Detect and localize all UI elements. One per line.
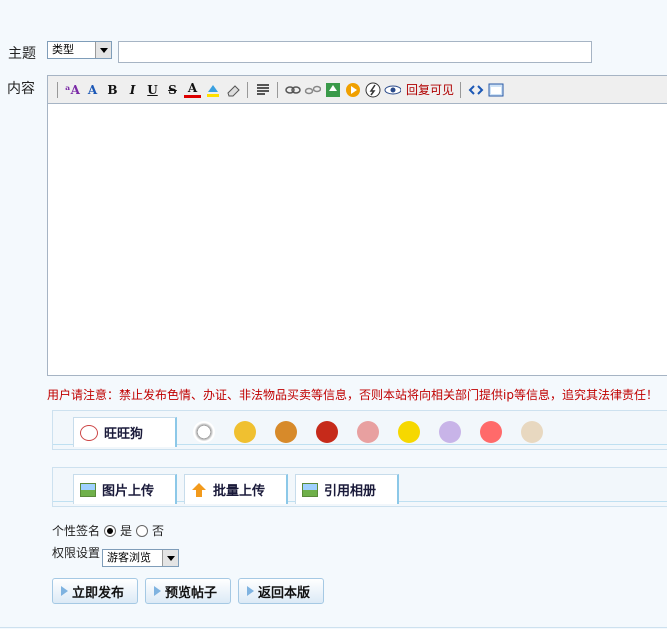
toolbar-separator	[247, 81, 248, 98]
tab-image-upload-label: 图片上传	[102, 484, 155, 499]
preview-button-label: 预览帖子	[165, 585, 218, 601]
back-button-label: 返回本版	[258, 585, 311, 601]
font-size-icon[interactable]: A	[84, 81, 101, 98]
upload-arrow-icon	[192, 482, 206, 497]
source-code-icon[interactable]	[467, 81, 484, 98]
smiley-list	[193, 421, 543, 443]
smiley-red-face-icon[interactable]	[316, 421, 338, 443]
type-select[interactable]: 类型	[47, 41, 112, 59]
tab-batch-upload-label: 批量上传	[213, 484, 266, 499]
bottom-divider	[0, 627, 667, 628]
toolbar-separator	[277, 81, 278, 98]
publish-button-label: 立即发布	[72, 585, 125, 601]
editor-toolbar: ᵃA A B I U S A 回复可见	[48, 76, 667, 104]
tab-wangwang[interactable]: 旺旺狗	[73, 417, 177, 447]
signature-no-label: 否	[152, 524, 165, 538]
back-to-board-button[interactable]: 返回本版	[238, 578, 324, 604]
tab-album[interactable]: 引用相册	[295, 474, 399, 504]
permission-select[interactable]: 游客浏览	[102, 549, 180, 567]
signature-yes-radio[interactable]	[104, 524, 117, 537]
smiley-yellow-face-icon[interactable]	[398, 421, 420, 443]
posting-notice: 用户请注意：禁止发布色情、办证、非法物品买卖等信息，否则本站将向相关部门提供ip…	[47, 388, 658, 402]
subject-label: 主题	[8, 46, 36, 62]
underline-button[interactable]: U	[144, 81, 161, 98]
smiley-lion-icon[interactable]	[275, 421, 297, 443]
italic-button[interactable]: I	[124, 81, 141, 98]
eraser-icon[interactable]	[224, 81, 241, 98]
arrow-right-icon	[247, 586, 254, 596]
smiley-picture-icon[interactable]	[439, 421, 461, 443]
background-color-icon[interactable]	[204, 81, 221, 98]
signature-label: 个性签名	[52, 524, 101, 538]
strikethrough-button[interactable]: S	[164, 81, 181, 98]
rich-text-editor: ᵃA A B I U S A 回复可见	[47, 75, 667, 376]
unlink-icon[interactable]	[304, 81, 321, 98]
editor-content-area[interactable]	[48, 104, 667, 375]
content-label: 内容	[7, 81, 35, 97]
smiley-boots-icon[interactable]	[357, 421, 379, 443]
font-color-button[interactable]: A	[184, 81, 201, 98]
media-play-icon[interactable]	[344, 81, 361, 98]
type-select-value: 类型	[52, 43, 74, 56]
tab-image-upload[interactable]: 图片上传	[73, 474, 177, 504]
chevron-down-icon[interactable]	[162, 550, 179, 566]
album-icon	[302, 482, 318, 497]
bold-button[interactable]: B	[104, 81, 121, 98]
font-family-icon[interactable]: ᵃA	[64, 81, 81, 98]
permission-select-value: 游客浏览	[107, 551, 152, 564]
upload-panel: 图片上传 批量上传 引用相册	[52, 467, 667, 507]
permission-label: 权限设置	[52, 546, 101, 560]
align-icon[interactable]	[254, 81, 271, 98]
arrow-right-icon	[61, 586, 68, 596]
tab-wangwang-label: 旺旺狗	[104, 427, 144, 442]
eye-icon[interactable]	[384, 81, 401, 98]
publish-button[interactable]: 立即发布	[52, 578, 138, 604]
link-icon[interactable]	[284, 81, 301, 98]
flash-icon[interactable]	[364, 81, 381, 98]
subject-input[interactable]	[118, 41, 592, 63]
dog-face-icon	[80, 424, 98, 441]
reply-visible-button[interactable]: 回复可见	[406, 81, 454, 98]
arrow-right-icon	[154, 586, 161, 596]
preview-button[interactable]: 预览帖子	[145, 578, 231, 604]
fullscreen-icon[interactable]	[487, 81, 504, 98]
signature-yes-label: 是	[120, 524, 133, 538]
image-icon	[80, 482, 96, 497]
chevron-down-icon[interactable]	[95, 42, 111, 58]
smiley-sheep-icon[interactable]	[193, 421, 215, 443]
signature-row: 个性签名 是 否	[52, 522, 164, 539]
insert-image-icon[interactable]	[324, 81, 341, 98]
smiley-wave-icon[interactable]	[234, 421, 256, 443]
tab-album-label: 引用相册	[324, 484, 377, 499]
tab-batch-upload[interactable]: 批量上传	[184, 474, 288, 504]
permission-row: 权限设置 游客浏览	[52, 546, 180, 567]
signature-no-radio[interactable]	[136, 524, 149, 537]
smiley-bear-icon[interactable]	[521, 421, 543, 443]
smiley-panel: 旺旺狗	[52, 410, 667, 450]
smiley-girl-icon[interactable]	[480, 421, 502, 443]
toolbar-separator	[57, 81, 58, 98]
toolbar-separator	[460, 81, 462, 98]
